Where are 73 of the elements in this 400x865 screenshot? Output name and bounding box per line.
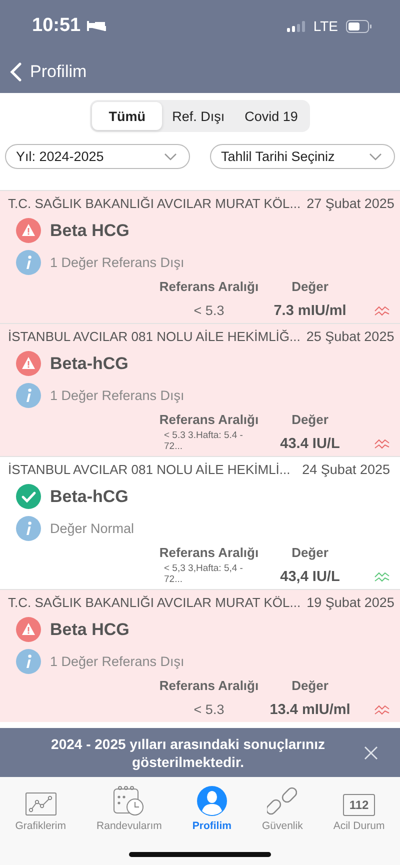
emergency-number: 112: [343, 794, 375, 816]
result-card[interactable]: İSTANBUL AVCILAR 081 NOLU AİLE HEKİMLİĞ... 25 Şubat 2025 Beta-hCG 1 Değer Referans Dışı Referans Aralığı Değer < 5.3 3.Hafta: 5.4 - 72... 43.4 IU/L: [0, 324, 400, 456]
check-icon: [16, 484, 41, 509]
result-note: Değer Normal: [50, 521, 134, 536]
trend-icon: [374, 305, 390, 317]
back-button[interactable]: Profilim: [0, 52, 97, 92]
tab-bar-item[interactable]: Güvenlik: [262, 782, 303, 832]
filter-tab[interactable]: Covid 19: [234, 102, 308, 130]
column-header: Değer: [290, 545, 330, 560]
tab-bar-item[interactable]: Randevularım: [96, 782, 162, 832]
warning-icon: [16, 617, 41, 642]
chevron-down-icon: [164, 152, 177, 160]
info-icon: [16, 649, 41, 674]
reference-range: < 5.3: [192, 701, 226, 719]
reference-range: < 5.3 3.Hafta: 5.4 - 72...: [164, 430, 244, 454]
result-value: 13.4 mIU/ml: [268, 702, 352, 718]
result-card[interactable]: T.C. SAĞLIK BAKANLIĞI AVCILAR MURAT KÖL... 27 Şubat 2025 Beta HCG 1 Değer Referans Dışı Referans Aralığı Değer < 5.3 7.3 mIU/ml: [0, 191, 400, 323]
warning-icon: [16, 351, 41, 376]
info-icon: [16, 250, 41, 275]
close-icon: [364, 746, 378, 760]
facility-name: İSTANBUL AVCILAR 081 NOLU AİLE HEKİMLİĞ...: [8, 329, 300, 344]
column-header: Referans Aralığı: [158, 678, 260, 693]
trend-icon: [374, 571, 390, 583]
result-date: 24 Şubat 2025: [302, 462, 390, 477]
calendar-clock-icon: [113, 786, 146, 816]
test-name: Beta HCG: [50, 220, 130, 240]
signal-icon: [287, 20, 306, 32]
column-header: Değer: [290, 412, 330, 427]
info-icon: [16, 516, 41, 541]
chevron-left-icon: [10, 62, 22, 82]
result-value: 43,4 IU/L: [279, 569, 341, 585]
chart-icon: [24, 792, 57, 816]
facility-name: T.C. SAĞLIK BAKANLIĞI AVCILAR MURAT KÖL...: [8, 196, 301, 211]
result-note: 1 Değer Referans Dışı: [50, 255, 184, 270]
result-note: 1 Değer Referans Dışı: [50, 654, 184, 669]
column-header: Değer: [290, 678, 330, 693]
facility-name: İSTANBUL AVCILAR 081 NOLU AİLE HEKİMLİ...: [8, 462, 290, 477]
result-date: 19 Şubat 2025: [306, 595, 394, 610]
result-card[interactable]: İSTANBUL AVCILAR 081 NOLU AİLE HEKİMLİ... 24 Şubat 2025 Beta-hCG Değer Normal Referans Aralığı Değer < 5,3 3,Hafta: 5,4 - 72... 43,4 IU/L: [0, 457, 400, 589]
trend-icon: [374, 438, 390, 450]
result-value: 43.4 IU/L: [279, 436, 341, 452]
facility-name: T.C. SAĞLIK BAKANLIĞI AVCILAR MURAT KÖL...: [8, 595, 301, 610]
column-header: Referans Aralığı: [158, 279, 260, 294]
column-header: Referans Aralığı: [158, 412, 260, 427]
chevron-down-icon: [369, 152, 382, 160]
test-name: Beta HCG: [50, 620, 130, 640]
status-time: 10:51: [32, 15, 81, 37]
battery-icon: [346, 20, 372, 32]
tab-bar-item[interactable]: 112 Acil Durum: [333, 782, 385, 832]
result-note: 1 Değer Referans Dışı: [50, 388, 184, 403]
dropdown[interactable]: Yıl: 2024-2025: [5, 144, 190, 169]
result-date: 25 Şubat 2025: [306, 329, 394, 344]
tab-bar-item[interactable]: Profilim: [192, 782, 232, 832]
column-header: Referans Aralığı: [158, 545, 260, 560]
filter-tab[interactable]: Ref. Dışı: [162, 102, 235, 130]
test-name: Beta-hCG: [50, 486, 128, 506]
column-header: Değer: [290, 279, 330, 294]
warning-icon: [16, 218, 41, 243]
person-icon: [196, 786, 227, 816]
reference-range: < 5.3: [192, 302, 226, 320]
test-name: Beta-hCG: [50, 354, 128, 374]
info-icon: [16, 383, 41, 408]
result-card[interactable]: T.C. SAĞLIK BAKANLIĞI AVCILAR MURAT KÖL... 19 Şubat 2025 Beta HCG 1 Değer Referans Dışı Referans Aralığı Değer < 5.3 13.4 mIU/ml: [0, 590, 400, 722]
trend-icon: [374, 704, 390, 716]
toast-message: 2024 - 2025 yılları arasındaki sonuçlarınız gösterilmektedir.: [50, 734, 326, 770]
result-value: 7.3 mIU/ml: [272, 303, 348, 319]
network-label: LTE: [313, 18, 338, 34]
result-date: 27 Şubat 2025: [306, 196, 394, 211]
dropdown[interactable]: Tahlil Tarihi Seçiniz: [210, 144, 395, 169]
reference-range: < 5,3 3,Hafta: 5,4 - 72...: [164, 563, 244, 587]
tab-bar-item[interactable]: Grafiklerim: [15, 782, 66, 832]
link-icon: [267, 786, 298, 816]
filter-tab[interactable]: Tümü: [92, 102, 162, 130]
